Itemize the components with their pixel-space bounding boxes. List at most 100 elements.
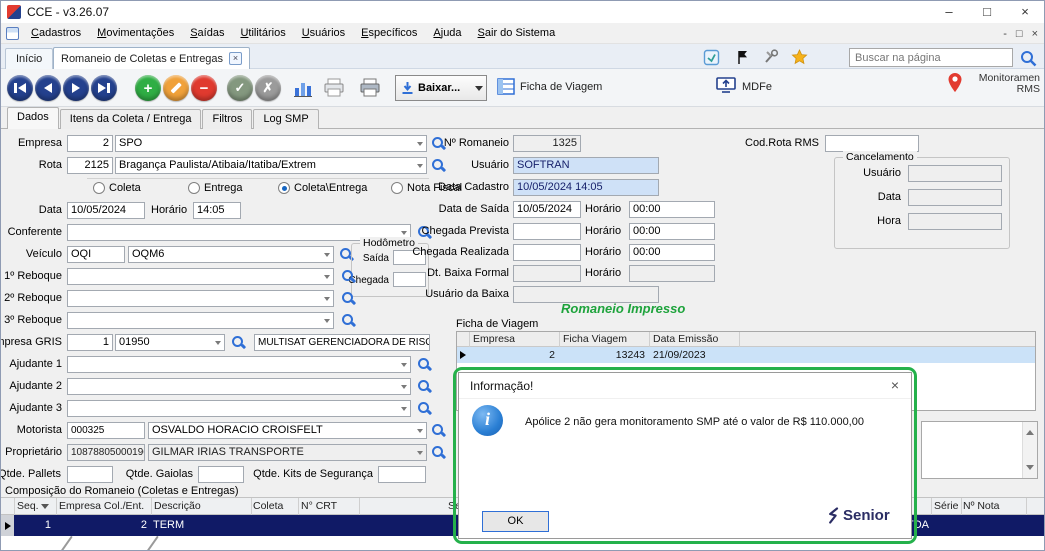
radio-coleta-entrega[interactable]: Coleta\Entrega (278, 181, 367, 195)
col-nota[interactable]: Nº Nota (963, 498, 1000, 515)
print-button[interactable] (359, 77, 381, 101)
previous-record-button[interactable] (35, 75, 61, 101)
realizada-horario-field[interactable]: 00:00 (629, 244, 715, 261)
observacoes-field[interactable] (921, 421, 1038, 479)
empresa-combo[interactable]: SPO (115, 135, 427, 152)
ajudante2-combo[interactable] (67, 378, 411, 395)
data-saida-field[interactable]: 10/05/2024 (513, 201, 581, 218)
col-coleta[interactable]: Coleta (253, 498, 283, 515)
flag-icon[interactable] (735, 49, 751, 68)
reboque3-combo[interactable] (67, 312, 334, 329)
last-record-button[interactable] (91, 75, 117, 101)
veiculo-combo[interactable]: OQM6 (128, 246, 334, 263)
scroll-down-icon[interactable] (1026, 465, 1034, 474)
menu-sair[interactable]: Sair do Sistema (470, 23, 564, 44)
motorista-lookup-icon[interactable] (431, 422, 446, 439)
qtde-gaiolas-field[interactable] (198, 466, 244, 483)
reboque3-lookup-icon[interactable] (341, 312, 356, 329)
col-seq[interactable]: Seq. (17, 498, 39, 515)
fv-header-empresa[interactable]: Empresa (473, 332, 515, 347)
search-icon[interactable] (1019, 49, 1038, 71)
menu-usuarios[interactable]: Usuários (294, 23, 353, 44)
radio-entrega[interactable]: Entrega (188, 181, 243, 195)
menu-movimentacoes[interactable]: Movimentações (89, 23, 182, 44)
tab-filtros[interactable]: Filtros (202, 109, 252, 129)
mdfe-icon[interactable] (715, 76, 737, 98)
fv-header-ficha[interactable]: Ficha Viagem (563, 332, 627, 347)
empresa-code-field[interactable]: 2 (67, 135, 113, 152)
menu-utilitarios[interactable]: Utilitários (232, 23, 293, 44)
confirm-button[interactable]: ✓ (227, 75, 253, 101)
col-descricao[interactable]: Descrição (154, 498, 201, 515)
mdi-minimize-button[interactable]: - (1003, 28, 1007, 40)
rota-combo[interactable]: Bragança Paulista/Atibaia/Itatiba/Extrem (115, 157, 427, 174)
tab-itens[interactable]: Itens da Coleta / Entrega (60, 109, 202, 129)
close-button[interactable]: × (1006, 1, 1044, 23)
chegada-realizada-field[interactable] (513, 244, 581, 261)
ficha-viagem-header[interactable]: Empresa Ficha Viagem Data Emissão (457, 332, 1035, 347)
proprietario-lookup-icon[interactable] (431, 444, 446, 461)
ficha-viagem-row[interactable]: 2 13243 21/09/2023 (457, 347, 1035, 363)
baixar-button[interactable]: Baixar... (395, 75, 473, 101)
gris-combo[interactable]: 01950 (115, 334, 225, 351)
rota-lookup-icon[interactable] (431, 157, 446, 174)
cancel-button[interactable]: ✗ (255, 75, 281, 101)
ajudante1-lookup-icon[interactable] (417, 356, 432, 373)
motorista-combo[interactable]: OSVALDO HORACIO CROISFELT (148, 422, 427, 439)
reboque1-lookup-icon[interactable] (341, 268, 356, 285)
ficha-viagem-button[interactable]: Ficha de Viagem (520, 81, 602, 93)
ajudante3-lookup-icon[interactable] (417, 400, 432, 417)
rota-code-field[interactable]: 2125 (67, 157, 113, 174)
data-field[interactable]: 10/05/2024 (67, 202, 145, 219)
star-icon[interactable] (791, 49, 808, 68)
maximize-button[interactable]: □ (968, 1, 1006, 23)
tab-close-icon[interactable]: × (229, 52, 242, 65)
gris-code-field[interactable]: 1 (67, 334, 113, 351)
filter-icon[interactable] (41, 504, 49, 509)
reboque2-lookup-icon[interactable] (341, 290, 356, 307)
qtde-pallets-field[interactable] (67, 466, 113, 483)
menu-ajuda[interactable]: Ajuda (425, 23, 469, 44)
mdfe-button[interactable]: MDFe (742, 81, 772, 93)
saida-horario-field[interactable]: 00:00 (629, 201, 715, 218)
search-input[interactable] (849, 48, 1013, 67)
tab-log-smp[interactable]: Log SMP (253, 109, 318, 129)
baixar-dropdown-button[interactable] (472, 75, 487, 101)
edit-button[interactable] (163, 75, 189, 101)
ok-button[interactable]: OK (482, 511, 549, 532)
mdi-close-button[interactable]: × (1032, 28, 1038, 40)
minimize-button[interactable]: – (930, 1, 968, 23)
ajudante3-combo[interactable] (67, 400, 411, 417)
ajudante1-combo[interactable] (67, 356, 411, 373)
chegada-prevista-field[interactable] (513, 223, 581, 240)
tab-inicio[interactable]: Início (5, 48, 53, 69)
mdi-restore-button[interactable]: □ (1016, 28, 1023, 40)
menu-especificos[interactable]: Específicos (353, 23, 425, 44)
monitoramento-rms-button[interactable]: Monitoramen RMS (979, 73, 1040, 95)
panel-icon[interactable] (703, 49, 720, 69)
veiculo-code-field[interactable]: OQI (67, 246, 125, 263)
tab-dados[interactable]: Dados (7, 107, 59, 129)
motorista-code-field[interactable]: 000325 (67, 422, 145, 439)
fv-header-emissao[interactable]: Data Emissão (653, 332, 718, 347)
first-record-button[interactable] (7, 75, 33, 101)
gris-lookup-icon[interactable] (231, 334, 246, 351)
scroll-up-icon[interactable] (1026, 426, 1034, 435)
tools-icon[interactable] (763, 49, 780, 68)
cod-rota-rms-field[interactable] (825, 135, 919, 152)
next-record-button[interactable] (63, 75, 89, 101)
tab-romaneio[interactable]: Romaneio de Coletas e Entregas × (53, 47, 250, 69)
ficha-viagem-icon[interactable] (497, 78, 515, 98)
hodometro-chegada-field[interactable] (393, 272, 426, 287)
horario-field[interactable]: 14:05 (193, 202, 241, 219)
reboque1-combo[interactable] (67, 268, 334, 285)
ajudante2-lookup-icon[interactable] (417, 378, 432, 395)
chart-button[interactable] (293, 78, 313, 101)
add-button[interactable]: + (135, 75, 161, 101)
prevista-horario-field[interactable]: 00:00 (629, 223, 715, 240)
dialog-close-icon[interactable]: × (887, 373, 903, 399)
menu-cadastros[interactable]: Cadastros (23, 23, 89, 44)
radio-coleta[interactable]: Coleta (93, 181, 141, 195)
reboque2-combo[interactable] (67, 290, 334, 307)
qtde-kits-field[interactable] (378, 466, 426, 483)
